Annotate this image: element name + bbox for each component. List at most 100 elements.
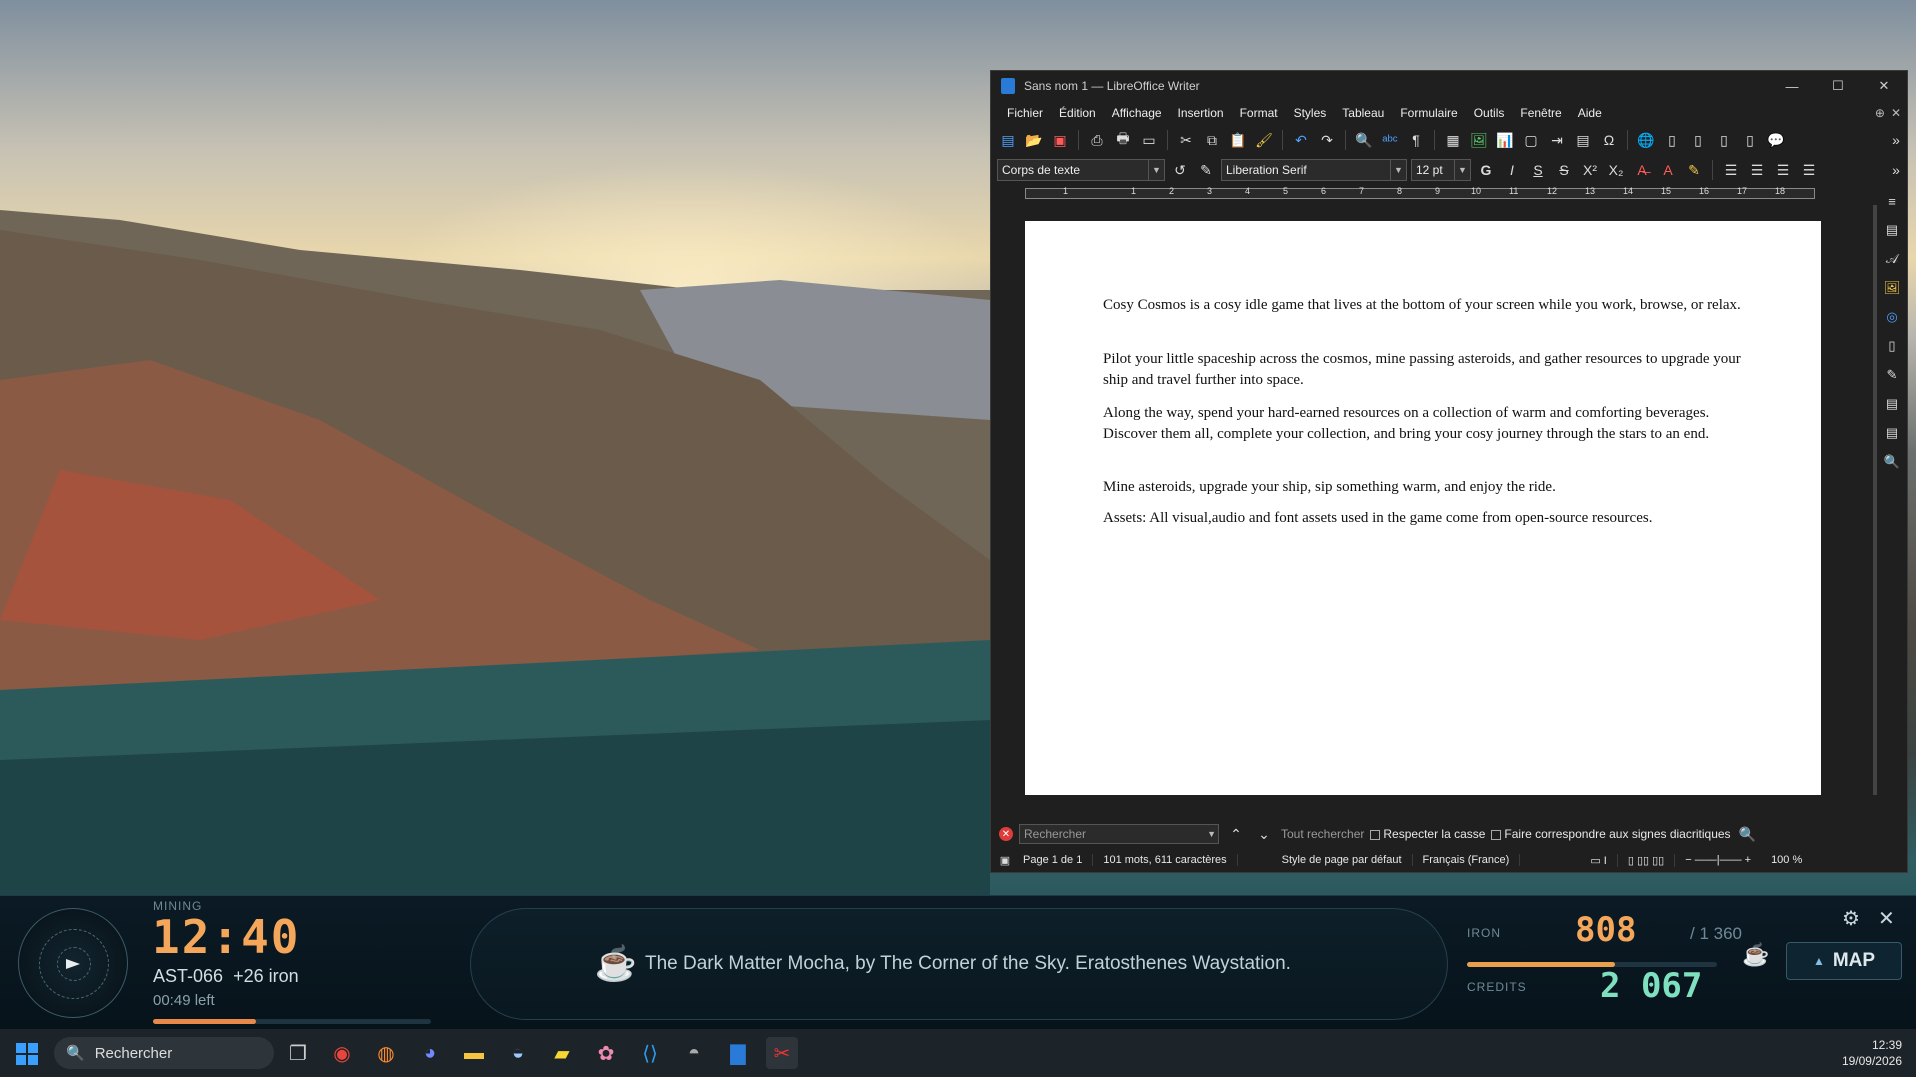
- file-explorer-icon[interactable]: ▬: [458, 1037, 490, 1069]
- snipping-tool-icon[interactable]: ✂: [766, 1037, 798, 1069]
- insert-image-icon[interactable]: 🖼: [1468, 129, 1490, 151]
- vscode-icon[interactable]: ⟨⟩: [634, 1037, 666, 1069]
- document-page[interactable]: Cosy Cosmos is a cosy idle game that liv…: [1025, 221, 1821, 795]
- comment-icon[interactable]: 💬: [1765, 129, 1787, 151]
- footnote-icon[interactable]: ▯: [1661, 129, 1683, 151]
- align-center-icon[interactable]: ☰: [1746, 159, 1768, 181]
- gallery-icon[interactable]: 🖼: [1882, 278, 1902, 298]
- toolbar-overflow-icon[interactable]: »: [1885, 129, 1907, 151]
- justify-icon[interactable]: ☰: [1798, 159, 1820, 181]
- close-icon[interactable]: ✕: [1878, 906, 1895, 931]
- insert-field-icon[interactable]: ▤: [1572, 129, 1594, 151]
- open-icon[interactable]: 📂: [1023, 129, 1045, 151]
- bold-button[interactable]: G: [1475, 159, 1497, 181]
- insert-mode-icon[interactable]: ▭ I: [1580, 853, 1618, 867]
- new-document-icon[interactable]: ▤: [997, 129, 1019, 151]
- close-window-button[interactable]: ✕: [1861, 71, 1907, 101]
- italic-button[interactable]: I: [1501, 159, 1523, 181]
- page-style[interactable]: Style de page par défaut: [1238, 854, 1413, 866]
- sticky-notes-icon[interactable]: ▰: [546, 1037, 578, 1069]
- menu-styles[interactable]: Styles: [1286, 106, 1335, 120]
- menu-fichier[interactable]: Fichier: [999, 106, 1051, 120]
- superscript-button[interactable]: X²: [1579, 159, 1601, 181]
- special-character-icon[interactable]: Ω: [1598, 129, 1620, 151]
- chevron-down-icon[interactable]: ▼: [1207, 829, 1216, 839]
- toolbar-overflow-icon[interactable]: »: [1885, 159, 1907, 181]
- paragraph-style-select[interactable]: Corps de texte ▼: [997, 159, 1165, 181]
- properties-icon[interactable]: ▤: [1882, 220, 1902, 240]
- align-left-icon[interactable]: ☰: [1720, 159, 1742, 181]
- match-case-checkbox[interactable]: [1370, 829, 1381, 840]
- font-size-select[interactable]: 12 pt ▼: [1411, 159, 1471, 181]
- insert-chart-icon[interactable]: 📊: [1494, 129, 1516, 151]
- font-color-icon[interactable]: A: [1657, 159, 1679, 181]
- cut-icon[interactable]: ✂: [1175, 129, 1197, 151]
- view-layout-icon[interactable]: ▯ ▯▯ ▯▯: [1618, 853, 1676, 867]
- find-next-icon[interactable]: ⌄: [1253, 823, 1275, 845]
- style-inspector-icon[interactable]: ✎: [1882, 365, 1902, 385]
- find-previous-icon[interactable]: ⌃: [1225, 823, 1247, 845]
- new-style-icon[interactable]: ✎: [1195, 159, 1217, 181]
- zoom-slider[interactable]: − ——|—— +: [1675, 854, 1761, 866]
- discord-icon[interactable]: ◕: [414, 1037, 446, 1069]
- update-style-icon[interactable]: ↺: [1169, 159, 1191, 181]
- paragraph[interactable]: Pilot your little spaceship across the c…: [1103, 349, 1743, 391]
- clone-formatting-icon[interactable]: 🖌: [1253, 129, 1275, 151]
- spelling-icon[interactable]: ᵃᵇᶜ: [1379, 129, 1401, 151]
- print-icon[interactable]: 🖶: [1112, 129, 1134, 151]
- clear-formatting-icon[interactable]: A̶: [1631, 159, 1653, 181]
- paragraph[interactable]: Mine asteroids, upgrade your ship, sip s…: [1103, 477, 1743, 498]
- chevron-down-icon[interactable]: ▼: [1390, 160, 1406, 180]
- map-button[interactable]: ▲ MAP: [1786, 942, 1902, 980]
- chevron-down-icon[interactable]: ▼: [1148, 160, 1164, 180]
- export-pdf-icon[interactable]: ⎙: [1086, 129, 1108, 151]
- save-icon[interactable]: ▣: [1049, 129, 1071, 151]
- photos-icon[interactable]: ✿: [590, 1037, 622, 1069]
- navigator-icon[interactable]: ◎: [1882, 307, 1902, 327]
- minimize-button[interactable]: —: [1769, 71, 1815, 101]
- find-input[interactable]: Rechercher ▼: [1019, 824, 1219, 844]
- libreoffice-writer-icon[interactable]: ▇: [722, 1037, 754, 1069]
- sidebar-menu-icon[interactable]: ≡: [1882, 191, 1902, 211]
- menu-affichage[interactable]: Affichage: [1104, 106, 1170, 120]
- manage-changes-icon[interactable]: ▤: [1882, 394, 1902, 414]
- insert-table-icon[interactable]: ▦: [1442, 129, 1464, 151]
- highlight-color-icon[interactable]: ✎: [1683, 159, 1705, 181]
- bookmark-icon[interactable]: ▯: [1713, 129, 1735, 151]
- endnote-icon[interactable]: ▯: [1687, 129, 1709, 151]
- page-count[interactable]: Page 1 de 1: [1013, 854, 1094, 866]
- underline-button[interactable]: S: [1527, 159, 1549, 181]
- hyperlink-icon[interactable]: 🌐: [1635, 129, 1657, 151]
- menu-outils[interactable]: Outils: [1466, 106, 1513, 120]
- strikethrough-button[interactable]: S: [1553, 159, 1575, 181]
- task-view-icon[interactable]: ❐: [282, 1037, 314, 1069]
- chrome-icon[interactable]: ◉: [326, 1037, 358, 1069]
- copy-icon[interactable]: ⧉: [1201, 129, 1223, 151]
- insert-page-break-icon[interactable]: ⇥: [1546, 129, 1568, 151]
- paste-icon[interactable]: 📋: [1227, 129, 1249, 151]
- menu-aide[interactable]: Aide: [1570, 106, 1610, 120]
- gear-icon[interactable]: ⚙: [1842, 906, 1860, 931]
- radar-map[interactable]: [18, 908, 128, 1018]
- diacritics-option[interactable]: Faire correspondre aux signes diacritiqu…: [1491, 827, 1731, 841]
- formatting-marks-icon[interactable]: ¶: [1405, 129, 1427, 151]
- zoom-level[interactable]: 100 %: [1761, 854, 1812, 866]
- menu-tableau[interactable]: Tableau: [1334, 106, 1392, 120]
- close-find-icon[interactable]: ✕: [999, 827, 1013, 841]
- menu-edition[interactable]: Édition: [1051, 106, 1104, 120]
- system-clock[interactable]: 12:39 19/09/2026: [1842, 1037, 1902, 1069]
- print-preview-icon[interactable]: ▭: [1138, 129, 1160, 151]
- word-count[interactable]: 101 mots, 611 caractères: [1093, 854, 1238, 866]
- drink-collection-icon[interactable]: ☕: [1742, 942, 1769, 968]
- insert-textbox-icon[interactable]: ▢: [1520, 129, 1542, 151]
- chevron-down-icon[interactable]: ▼: [1454, 160, 1470, 180]
- menu-formulaire[interactable]: Formulaire: [1392, 106, 1465, 120]
- find-all-button[interactable]: Tout rechercher: [1281, 827, 1364, 841]
- title-bar[interactable]: Sans nom 1 — LibreOffice Writer — ☐ ✕: [991, 71, 1907, 101]
- menu-insertion[interactable]: Insertion: [1170, 106, 1232, 120]
- font-name-select[interactable]: Liberation Serif ▼: [1221, 159, 1407, 181]
- menu-fenetre[interactable]: Fenêtre: [1512, 106, 1569, 120]
- app-icon[interactable]: ◓: [678, 1037, 710, 1069]
- language[interactable]: Français (France): [1413, 854, 1521, 866]
- firefox-icon[interactable]: ◍: [370, 1037, 402, 1069]
